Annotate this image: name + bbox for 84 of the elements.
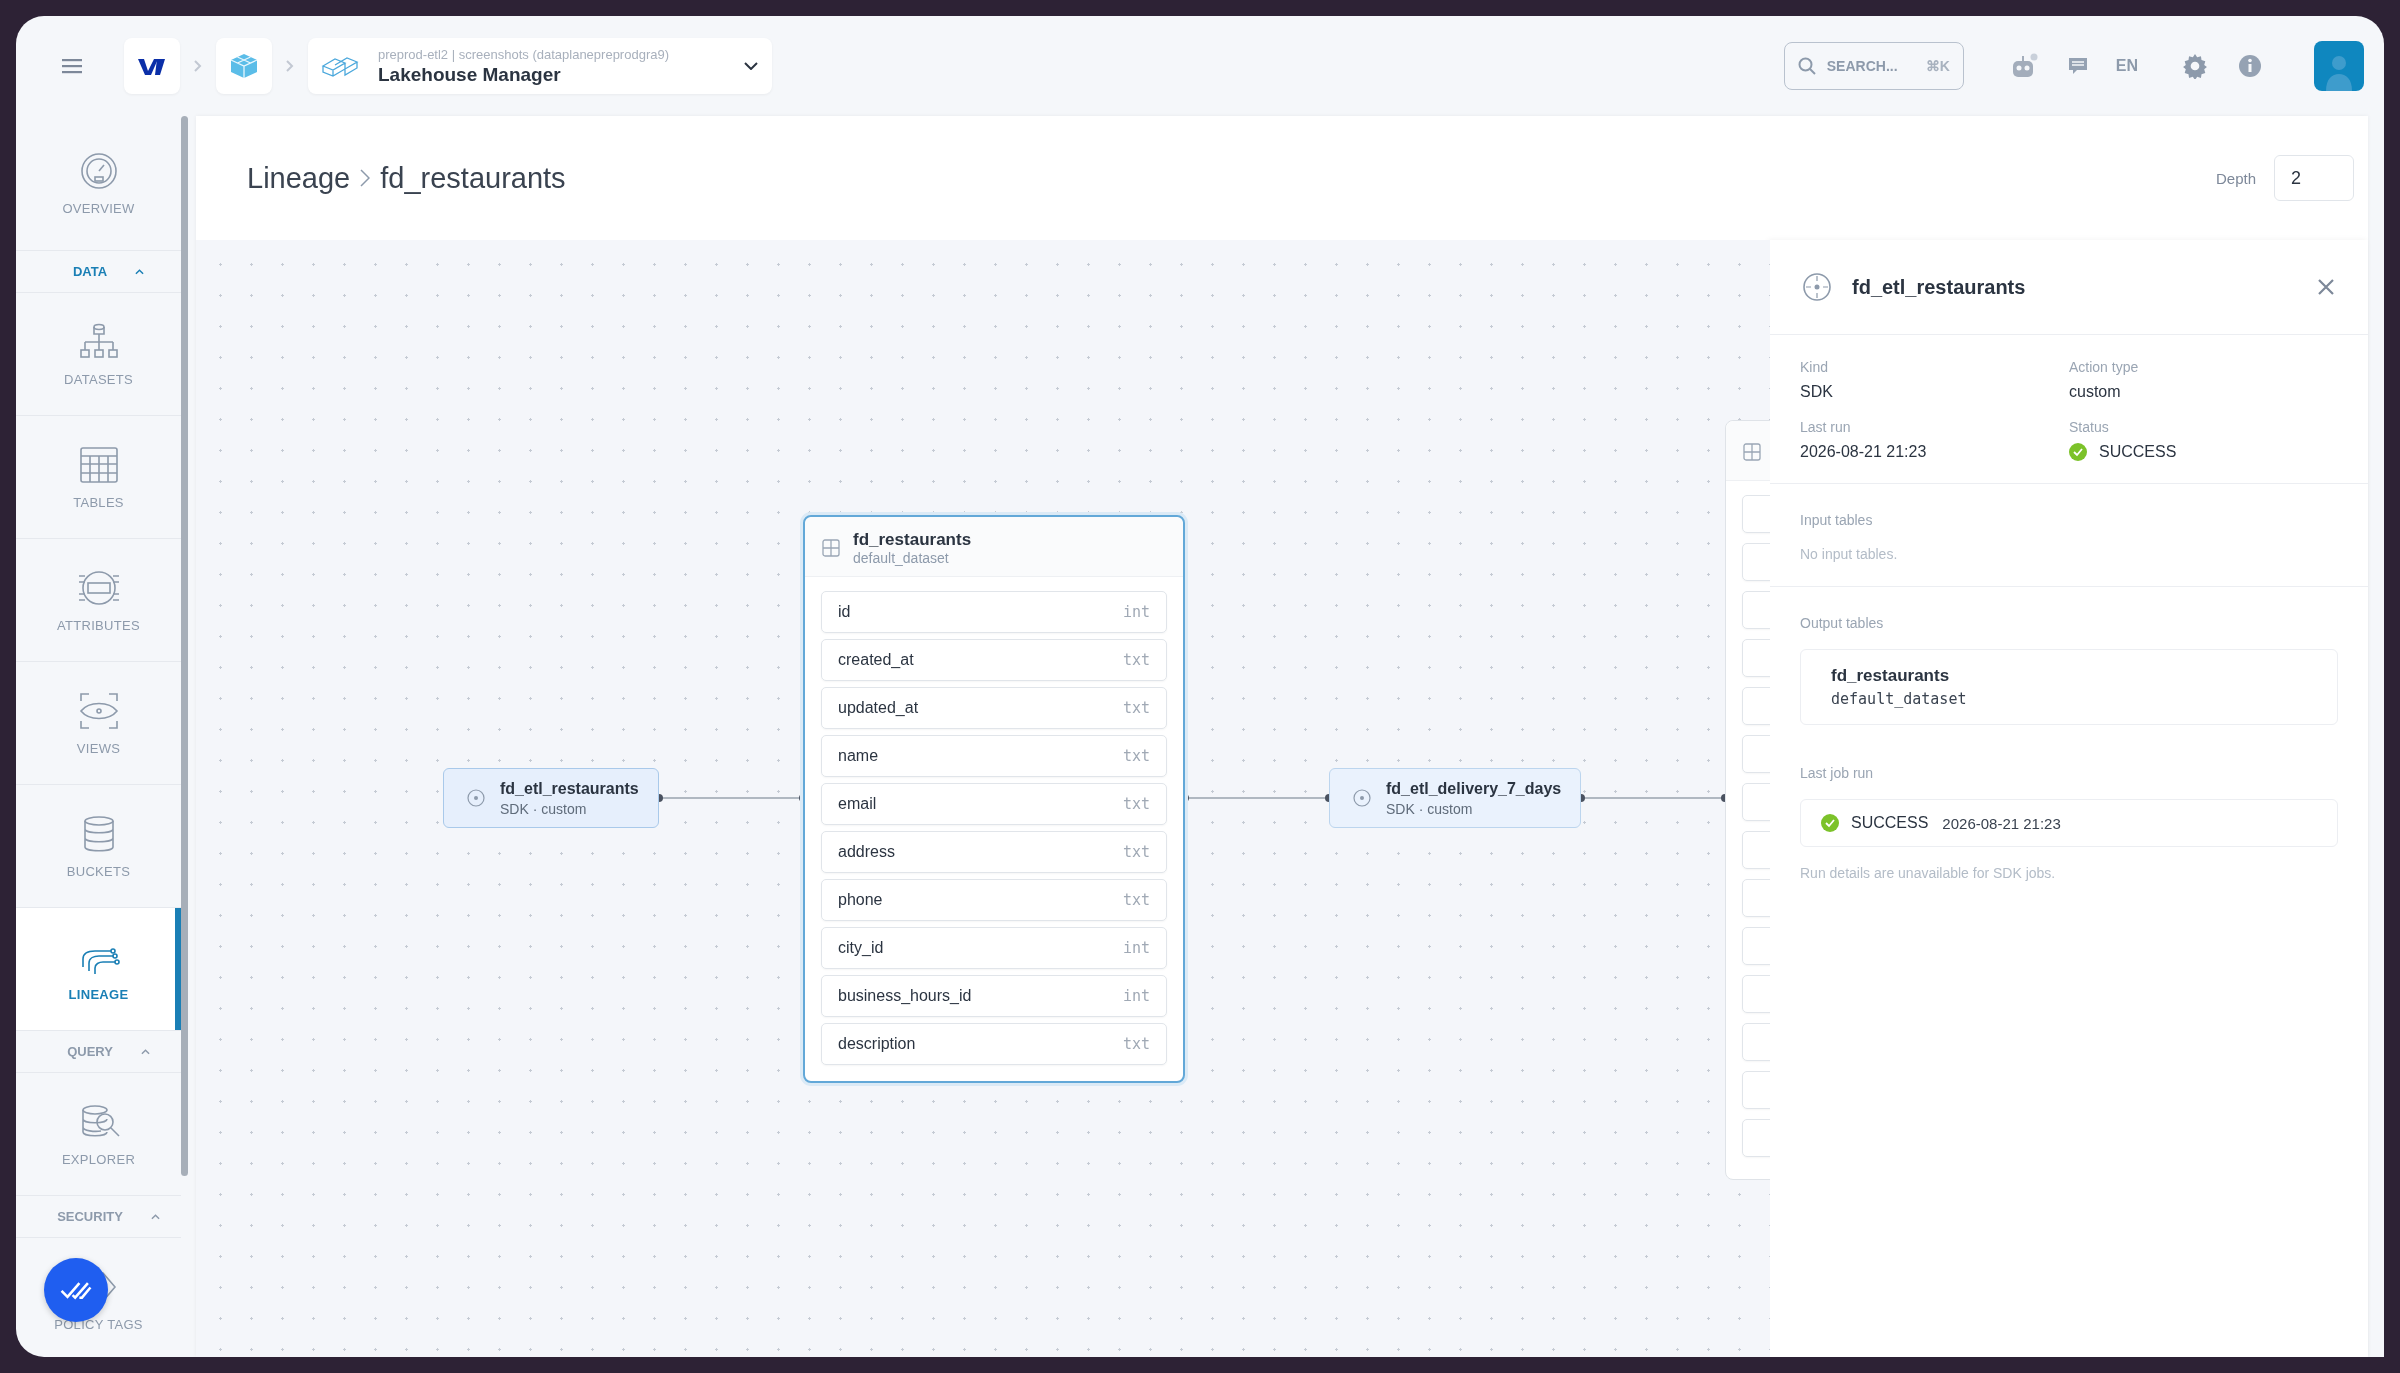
job-name: fd_etl_delivery_7_days [1386,779,1562,798]
section-label: Last job run [1800,765,1875,781]
settings-icon[interactable] [2182,53,2208,79]
section-label: Input tables [1800,512,1874,528]
section-header[interactable]: SECURITY [16,1196,181,1238]
table-node[interactable]: fd_restaurants default_dataset id int created_at txt updated_at txt name txt email txt address txt phone txt city_id int business_hours_id int description txt [803,515,1185,1083]
caret-icon [135,268,145,275]
dataset-name: default_dataset [853,549,950,566]
column-name: email [838,795,877,813]
chat-fab[interactable] [44,1258,108,1322]
shortcut-hint: ⌘K [1925,58,1950,74]
app-title: Lakehouse Manager [378,63,562,86]
depth-field[interactable]: 2 [2274,155,2354,201]
info-icon[interactable] [2238,54,2262,78]
column-name: updated_at [838,699,919,717]
column-type: txt [1122,843,1150,861]
column-type: txt [1122,699,1150,717]
field-value: custom [2069,383,2122,401]
user-avatar[interactable] [2314,41,2364,91]
column-name: business_hours_id [838,987,972,1005]
target-icon [1352,788,1372,808]
menu-icon[interactable] [62,58,82,74]
job-meta: SDK · custom [500,800,588,817]
column-name: phone [838,891,883,909]
dataset-name: default_dataset [1831,690,1968,708]
target-icon [466,788,486,808]
search-icon [1797,57,1816,75]
table-name: fd_restaurants [1831,666,1951,686]
caret-icon [150,1213,160,1220]
field-value: 2026-08-21 21:23 [1800,443,1928,461]
empty-message: No input tables. [1800,546,1899,562]
column-type: txt [1122,891,1150,909]
project-tile[interactable] [216,38,272,94]
depth-label: Depth [2215,169,2256,187]
sidebar-item[interactable]: LINEAGE [16,908,181,1031]
column-type: int [1122,987,1150,1005]
job-meta: SDK · custom [1386,800,1474,817]
close-icon[interactable] [2318,279,2334,295]
column-type: int [1122,603,1150,621]
column-name: address [838,843,895,861]
caret-icon [140,1048,150,1055]
chat-icon[interactable] [2067,56,2088,76]
table-name: fd_restaurants [853,529,972,550]
run-note: Run details are unavailable for SDK jobs. [1800,865,2057,881]
logo-tile[interactable] [124,38,180,94]
chevron-icon [360,169,371,187]
job-node[interactable]: fd_etl_delivery_7_days SDK · custom [1329,768,1581,828]
table-icon [1742,441,1762,462]
column-type: txt [1122,795,1150,813]
chevron-icon [286,60,294,72]
job-node[interactable]: fd_etl_restaurants SDK · custom [443,768,659,828]
field-label: Kind [1800,359,1830,375]
page-title: fd_restaurants [380,161,566,195]
column-type: txt [1122,651,1150,669]
run-time: 2026-08-21 21:23 [1942,814,2061,832]
panel-title: fd_etl_restaurants [1852,275,2027,299]
target-icon [1802,272,1832,302]
column-name: id [838,603,851,621]
field-value: SDK [1800,383,1834,401]
field-value: SUCCESS [2099,443,2177,461]
run-status: SUCCESS [1851,814,1929,832]
context-label: preprod-etl2 | screenshots (dataplanepreprodgra9) [378,46,670,62]
section-label: Output tables [1800,615,1885,631]
chevron-down-icon [744,62,758,70]
column-type: int [1122,939,1150,957]
column-name: city_id [838,939,884,957]
job-name: fd_etl_restaurants [500,779,639,798]
language-button[interactable]: EN [2115,57,2138,75]
scrollbar[interactable] [181,116,188,1176]
column-type: txt [1122,1035,1150,1053]
breadcrumb-link[interactable]: Lineage [247,161,351,195]
table-icon [821,537,841,558]
cubes-icon [228,52,260,80]
service-selector[interactable]: preprod-etl2 | screenshots (dataplanepreprodgra9) Lakehouse Manager [308,38,772,94]
logo-icon [137,56,167,76]
column-name: name [838,747,879,765]
column-name: description [838,1035,916,1053]
field-label: Last run [1800,419,1852,435]
field-label: Action type [2069,359,2140,375]
chevron-icon [194,60,202,72]
column-name: created_at [838,651,914,669]
field-label: Status [2069,419,2110,435]
column-type: txt [1122,747,1150,765]
output-table-card[interactable]: fd_restaurants default_dataset [1800,649,2338,725]
